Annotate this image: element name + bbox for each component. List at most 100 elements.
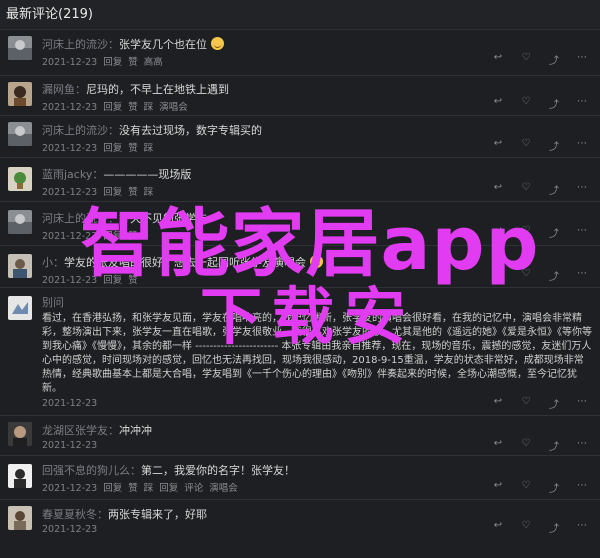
share-icon[interactable]: ⤴ (548, 396, 560, 411)
comment-time: 2021-12-23 (42, 398, 98, 409)
meta-like[interactable]: 赞 (128, 57, 138, 68)
reply-icon[interactable]: ↩ (492, 396, 504, 411)
more-icon[interactable]: ⋯ (576, 182, 588, 197)
username[interactable]: 小 (42, 256, 53, 269)
like-icon[interactable]: ♡ (520, 225, 532, 240)
comment-row: 河床上的流沙：好久不见的张学友 2021-12-23 回复赞 ↩ ♡ ⤴ ⋯ (0, 202, 600, 246)
meta-reply[interactable]: 回复 (103, 483, 122, 494)
meta-like[interactable]: 赞 (128, 187, 138, 198)
username[interactable]: 漏网鱼 (42, 83, 75, 96)
avatar[interactable] (8, 464, 32, 488)
more-icon[interactable]: ⋯ (576, 268, 588, 283)
share-icon[interactable]: ⤴ (548, 96, 560, 111)
avatar[interactable] (8, 167, 32, 191)
meta-tag[interactable]: 高高 (144, 57, 163, 68)
meta-reply[interactable]: 回复 (103, 275, 122, 286)
username[interactable]: 蓝雨jacky (42, 168, 92, 181)
comment-row: 春夏夏秋冬：两张专辑来了，好耶 2021-12-23 ↩ ♡ ⤴ ⋯ (0, 500, 600, 538)
meta-reply[interactable]: 回复 (103, 102, 122, 113)
username[interactable]: 回强不息的狗儿么 (42, 464, 130, 477)
avatar[interactable] (8, 296, 32, 320)
reply-icon[interactable]: ↩ (492, 182, 504, 197)
like-icon[interactable]: ♡ (520, 480, 532, 495)
meta-like[interactable]: 赞 (128, 275, 138, 286)
like-icon[interactable]: ♡ (520, 182, 532, 197)
comment-text: 冲冲冲 (119, 424, 152, 437)
more-icon[interactable]: ⋯ (576, 138, 588, 153)
avatar[interactable] (8, 122, 32, 146)
avatar[interactable] (8, 210, 32, 234)
comment-time: 2021-12-23 (42, 57, 98, 68)
like-icon[interactable]: ♡ (520, 268, 532, 283)
meta-like[interactable]: 赞 (128, 483, 138, 494)
avatar[interactable] (8, 254, 32, 278)
username[interactable]: 河床上的流沙 (42, 124, 108, 137)
username[interactable]: 别问 (42, 296, 64, 309)
share-icon[interactable]: ⤴ (548, 268, 560, 283)
meta-like[interactable]: 赞 (128, 102, 138, 113)
meta-reply[interactable]: 回复 (103, 143, 122, 154)
share-icon[interactable]: ⤴ (548, 52, 560, 67)
share-icon[interactable]: ⤴ (548, 225, 560, 240)
meta-reply-2[interactable]: 回复 (159, 483, 178, 494)
share-icon[interactable]: ⤴ (548, 438, 560, 453)
reply-icon[interactable]: ↩ (492, 520, 504, 535)
share-icon[interactable]: ⤴ (548, 182, 560, 197)
like-icon[interactable]: ♡ (520, 52, 532, 67)
comment-time: 2021-12-23 (42, 275, 98, 286)
more-icon[interactable]: ⋯ (576, 225, 588, 240)
comment-row: 蓝雨jacky：—————现场版 2021-12-23 回复赞踩 ↩ ♡ ⤴ ⋯ (0, 158, 600, 202)
share-icon[interactable]: ⤴ (548, 480, 560, 495)
more-icon[interactable]: ⋯ (576, 96, 588, 111)
share-icon[interactable]: ⤴ (548, 138, 560, 153)
username[interactable]: 河床上的流沙 (42, 38, 108, 51)
comment-row: 龙湖区张学友：冲冲冲 2021-12-23 ↩ ♡ ⤴ ⋯ (0, 416, 600, 456)
reply-icon[interactable]: ↩ (492, 225, 504, 240)
username[interactable]: 春夏夏秋冬 (42, 508, 97, 521)
meta-reply[interactable]: 回复 (103, 231, 122, 242)
meta-tag[interactable]: 演唱会 (209, 483, 238, 494)
reply-icon[interactable]: ↩ (492, 268, 504, 283)
username[interactable]: 河床上的流沙 (42, 212, 108, 225)
avatar[interactable] (8, 36, 32, 60)
reply-icon[interactable]: ↩ (492, 438, 504, 453)
comment-time: 2021-12-23 (42, 102, 98, 113)
more-icon[interactable]: ⋯ (576, 480, 588, 495)
meta-like[interactable]: 赞 (128, 143, 138, 154)
avatar[interactable] (8, 82, 32, 106)
like-icon[interactable]: ♡ (520, 138, 532, 153)
avatar[interactable] (8, 422, 32, 446)
comment-time: 2021-12-23 (42, 187, 98, 198)
comment-time: 2021-12-23 (42, 483, 98, 494)
share-icon[interactable]: ⤴ (548, 520, 560, 535)
reply-icon[interactable]: ↩ (492, 96, 504, 111)
meta-reply[interactable]: 回复 (103, 57, 122, 68)
more-icon[interactable]: ⋯ (576, 520, 588, 535)
meta-like[interactable]: 赞 (128, 231, 138, 242)
comment-row: 河床上的流沙：没有去过现场，数字专辑买的 2021-12-23 回复赞踩 ↩ ♡ ⤴ ⋯ (0, 116, 600, 158)
meta-dislike[interactable]: 踩 (144, 187, 154, 198)
like-icon[interactable]: ♡ (520, 520, 532, 535)
meta-comment[interactable]: 评论 (184, 483, 203, 494)
like-icon[interactable]: ♡ (520, 96, 532, 111)
like-icon[interactable]: ♡ (520, 438, 532, 453)
comment-text: 好久不见的张学友 (119, 212, 207, 225)
meta-dislike[interactable]: 踩 (144, 483, 154, 494)
meta-tag[interactable]: 演唱会 (159, 102, 188, 113)
username[interactable]: 龙湖区张学友 (42, 424, 108, 437)
reply-icon[interactable]: ↩ (492, 138, 504, 153)
comment-time: 2021-12-23 (42, 524, 98, 535)
meta-reply[interactable]: 回复 (103, 187, 122, 198)
comment-row: 回强不息的狗儿么：第二，我爱你的名字！张学友！ 2021-12-23 回复赞踩回复… (0, 456, 600, 500)
meta-dislike[interactable]: 踩 (144, 102, 154, 113)
comment-text: 没有去过现场，数字专辑买的 (119, 124, 262, 137)
meta-dislike[interactable]: 踩 (144, 143, 154, 154)
reply-icon[interactable]: ↩ (492, 52, 504, 67)
reply-icon[interactable]: ↩ (492, 480, 504, 495)
more-icon[interactable]: ⋯ (576, 52, 588, 67)
comment-text: 尼玛的，不早上在地铁上遇到 (86, 83, 229, 96)
avatar[interactable] (8, 506, 32, 530)
like-icon[interactable]: ♡ (520, 396, 532, 411)
more-icon[interactable]: ⋯ (576, 396, 588, 411)
more-icon[interactable]: ⋯ (576, 438, 588, 453)
